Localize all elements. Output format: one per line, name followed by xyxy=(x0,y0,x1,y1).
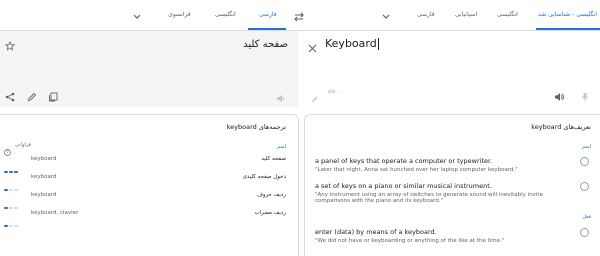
listen-translation-speaker-icon[interactable] xyxy=(276,88,286,107)
character-count: ۸/۵۰۰۰ xyxy=(328,89,344,95)
definitions-card: تعریف‌های keyboard اسم a panel of keys t… xyxy=(304,114,600,256)
frequency-bar xyxy=(4,176,20,191)
listen-source-speaker-icon[interactable] xyxy=(554,87,565,106)
translation-back-translations: keyboard, clavier xyxy=(31,210,79,216)
clear-input-close-icon[interactable] xyxy=(308,38,317,57)
source-input-panel[interactable]: Keyboard ۸/۵۰۰۰ xyxy=(301,31,600,107)
translated-text: صفحه کلید xyxy=(243,39,288,50)
translations-card: ترجمه‌های keyboard اسم ? فراوانی keyboar… xyxy=(0,114,299,256)
frequency-segment xyxy=(4,207,8,209)
source-active-underline xyxy=(536,28,600,30)
translation-back-translations: keyboard xyxy=(31,156,57,162)
definition-2-expand-icon[interactable] xyxy=(580,182,589,191)
source-lang-tab-spanish[interactable]: اسپانیایی xyxy=(455,0,477,30)
translation-term: صفحه کلید xyxy=(261,156,286,162)
definitions-card-title: تعریف‌های keyboard xyxy=(531,123,591,131)
translations-card-title: ترجمه‌های keyboard xyxy=(226,123,286,131)
translation-back-translations: keyboard xyxy=(31,174,57,180)
definitions-pos-verb: فعل xyxy=(582,214,591,220)
star-icon[interactable] xyxy=(4,36,16,55)
frequency-segment xyxy=(4,171,8,173)
frequency-bar xyxy=(4,212,20,227)
source-lang-tab-detected[interactable]: انگلیسی - شناسایی شد xyxy=(538,0,597,30)
target-lang-tab-english[interactable]: انگلیسی xyxy=(215,0,236,30)
target-lang-tab-french[interactable]: فرانسوی xyxy=(168,0,191,30)
microphone-icon[interactable] xyxy=(581,87,589,106)
language-bar: فرانسوی انگلیسی فارسی فارسی اسپانیایی ان… xyxy=(0,0,600,31)
frequency-header: فراوانی xyxy=(15,142,31,148)
frequency-bar xyxy=(4,194,20,209)
translation-term: ردیف مضراب xyxy=(254,210,286,216)
definition-2-example: "Any instrument using an array of switch… xyxy=(315,192,543,204)
frequency-segment xyxy=(9,171,13,173)
frequency-segment xyxy=(14,189,18,191)
handwriting-pencil-icon[interactable] xyxy=(311,88,319,107)
definition-2-text: a set of keys on a piano or similar musi… xyxy=(315,182,492,190)
source-lang-tab-english[interactable]: انگلیسی xyxy=(497,0,518,30)
share-icon[interactable] xyxy=(5,87,15,106)
definition-3-expand-icon[interactable] xyxy=(580,228,589,237)
source-text-input[interactable]: Keyboard xyxy=(325,37,379,50)
definition-3-text: enter (data) by means of a keyboard. xyxy=(315,228,437,236)
frequency-segment xyxy=(9,225,13,227)
definition-1-example: "Later that night, Anna sat hunched over… xyxy=(315,167,518,173)
translation-back-translations: keyboard xyxy=(31,192,57,198)
target-active-underline xyxy=(248,28,286,30)
frequency-segment xyxy=(4,225,8,227)
translation-term: ردیف حروف xyxy=(257,192,286,198)
edit-pencil-icon[interactable] xyxy=(27,87,37,106)
copy-icon[interactable] xyxy=(48,87,58,106)
source-lang-tab-persian[interactable]: فارسی xyxy=(417,0,435,30)
translations-pos-noun: اسم xyxy=(277,144,286,150)
definition-1-text: a panel of keys that operate a computer … xyxy=(315,157,493,165)
frequency-segment xyxy=(9,207,13,209)
source-text: Keyboard xyxy=(325,37,377,50)
target-lang-tab-persian[interactable]: فارسی xyxy=(259,0,277,30)
frequency-segment xyxy=(14,171,18,173)
translation-term: دخول صفحه کلیدی xyxy=(242,174,286,180)
target-language-more-chevron-icon[interactable] xyxy=(132,8,142,20)
frequency-segment xyxy=(14,225,18,227)
text-cursor xyxy=(377,38,379,50)
swap-languages-icon[interactable] xyxy=(292,8,306,22)
frequency-segment xyxy=(4,189,8,191)
source-language-more-chevron-icon[interactable] xyxy=(381,8,391,20)
definition-1-expand-icon[interactable] xyxy=(580,157,589,166)
translation-output-panel: صفحه کلید xyxy=(0,31,298,107)
definitions-pos-noun: اسم xyxy=(582,144,591,150)
frequency-segment xyxy=(14,207,18,209)
frequency-segment xyxy=(9,189,13,191)
definition-3-example: "We did not have or keyboarding or anyth… xyxy=(315,238,505,244)
frequency-bar xyxy=(4,158,20,173)
